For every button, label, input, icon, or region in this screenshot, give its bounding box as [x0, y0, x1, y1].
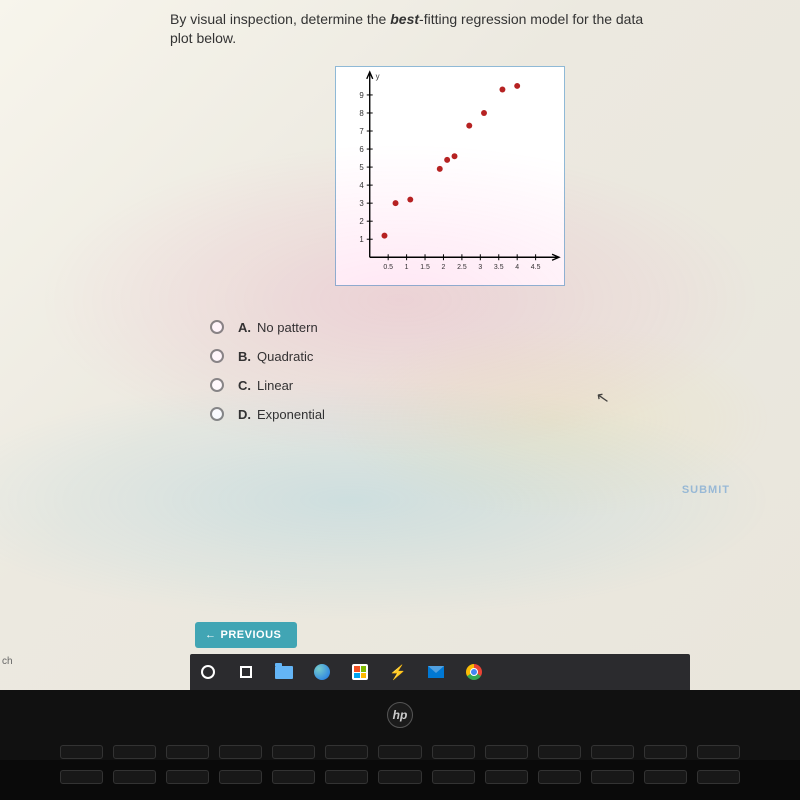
- svg-text:2: 2: [359, 217, 363, 226]
- svg-text:4.5: 4.5: [531, 264, 541, 271]
- keyboard-row-1: [60, 745, 740, 759]
- keyboard-key: [697, 745, 740, 759]
- option-A[interactable]: A.No pattern: [210, 320, 730, 335]
- question-text: By visual inspection, determine the best…: [170, 10, 730, 48]
- keyboard-key: [60, 770, 103, 784]
- power-icon[interactable]: ⚡: [388, 662, 408, 682]
- keyboard-key: [219, 770, 262, 784]
- option-D[interactable]: D.Exponential: [210, 407, 730, 422]
- option-label: C.Linear: [238, 378, 293, 393]
- keyboard-key: [219, 745, 262, 759]
- radio-icon[interactable]: [210, 349, 224, 363]
- svg-text:0.5: 0.5: [383, 264, 393, 271]
- keyboard-key: [272, 770, 315, 784]
- hp-logo-text: hp: [393, 708, 408, 722]
- keyboard-key: [113, 745, 156, 759]
- keyboard-key: [325, 770, 368, 784]
- previous-button[interactable]: ← PREVIOUS: [195, 622, 297, 648]
- keyboard-key: [485, 745, 528, 759]
- question-block: By visual inspection, determine the best…: [170, 10, 730, 436]
- keyboard-key: [272, 745, 315, 759]
- option-label: D.Exponential: [238, 407, 325, 422]
- mail-icon[interactable]: [426, 662, 446, 682]
- svg-text:1: 1: [405, 264, 409, 271]
- svg-text:1.5: 1.5: [420, 264, 430, 271]
- svg-text:7: 7: [359, 127, 363, 136]
- option-label: A.No pattern: [238, 320, 318, 335]
- keyboard-key: [432, 745, 475, 759]
- microsoft-store-icon[interactable]: [350, 662, 370, 682]
- q-text-bold: best: [390, 11, 419, 27]
- radio-icon[interactable]: [210, 378, 224, 392]
- svg-text:8: 8: [359, 109, 364, 118]
- keyboard-key: [378, 745, 421, 759]
- file-explorer-icon[interactable]: [274, 662, 294, 682]
- q-text-suffix-2: plot below.: [170, 30, 236, 46]
- chrome-icon[interactable]: [464, 662, 484, 682]
- start-icon[interactable]: [198, 662, 218, 682]
- keyboard-key: [432, 770, 475, 784]
- option-label: B.Quadratic: [238, 349, 313, 364]
- radio-icon[interactable]: [210, 320, 224, 334]
- keyboard-key: [166, 745, 209, 759]
- svg-text:2.5: 2.5: [457, 264, 467, 271]
- keyboard-key: [538, 770, 581, 784]
- keyboard-key: [60, 745, 103, 759]
- keyboard-key: [538, 745, 581, 759]
- svg-text:3: 3: [478, 264, 482, 271]
- option-B[interactable]: B.Quadratic: [210, 349, 730, 364]
- scatter-chart: 1 2 3 4 5 6 7 8 9 0.5 1 1.5 2 2.5 3 3.5 4 4.5 y: [335, 66, 565, 286]
- screen-area: By visual inspection, determine the best…: [0, 0, 800, 690]
- keyboard-row-2: [60, 770, 740, 784]
- svg-text:2: 2: [442, 264, 446, 271]
- keyboard-key: [591, 745, 634, 759]
- scatter-chart-svg: 1 2 3 4 5 6 7 8 9 0.5 1 1.5 2 2.5 3 3.5 4 4.5 y: [336, 67, 564, 285]
- svg-text:5: 5: [359, 163, 364, 172]
- submit-button[interactable]: SUBMIT: [682, 484, 730, 496]
- svg-text:3: 3: [359, 199, 364, 208]
- svg-text:y: y: [376, 72, 380, 81]
- keyboard-key: [644, 745, 687, 759]
- task-view-icon[interactable]: [236, 662, 256, 682]
- keyboard-key: [697, 770, 740, 784]
- keyboard-key: [113, 770, 156, 784]
- edge-text: ch: [2, 656, 13, 667]
- options-list: A.No pattern B.Quadratic C.Linear D.Exponen…: [170, 320, 730, 422]
- keyboard-key: [485, 770, 528, 784]
- radio-icon[interactable]: [210, 407, 224, 421]
- previous-label: PREVIOUS: [221, 629, 282, 641]
- keyboard-key: [591, 770, 634, 784]
- svg-text:4: 4: [515, 264, 519, 271]
- svg-text:6: 6: [359, 145, 364, 154]
- taskbar: ⚡: [190, 654, 690, 690]
- keyboard-key: [644, 770, 687, 784]
- hp-logo: hp: [387, 702, 413, 728]
- svg-text:1: 1: [359, 235, 364, 244]
- keyboard-key: [378, 770, 421, 784]
- q-text-prefix: By visual inspection, determine the: [170, 11, 390, 27]
- q-text-suffix-1: -fitting regression model for the data: [419, 11, 643, 27]
- keyboard-key: [325, 745, 368, 759]
- keyboard-key: [166, 770, 209, 784]
- svg-text:9: 9: [359, 91, 364, 100]
- option-C[interactable]: C.Linear: [210, 378, 730, 393]
- arrow-left-icon: ←: [205, 629, 217, 641]
- svg-text:4: 4: [359, 181, 364, 190]
- svg-text:3.5: 3.5: [494, 264, 504, 271]
- edge-browser-icon[interactable]: [312, 662, 332, 682]
